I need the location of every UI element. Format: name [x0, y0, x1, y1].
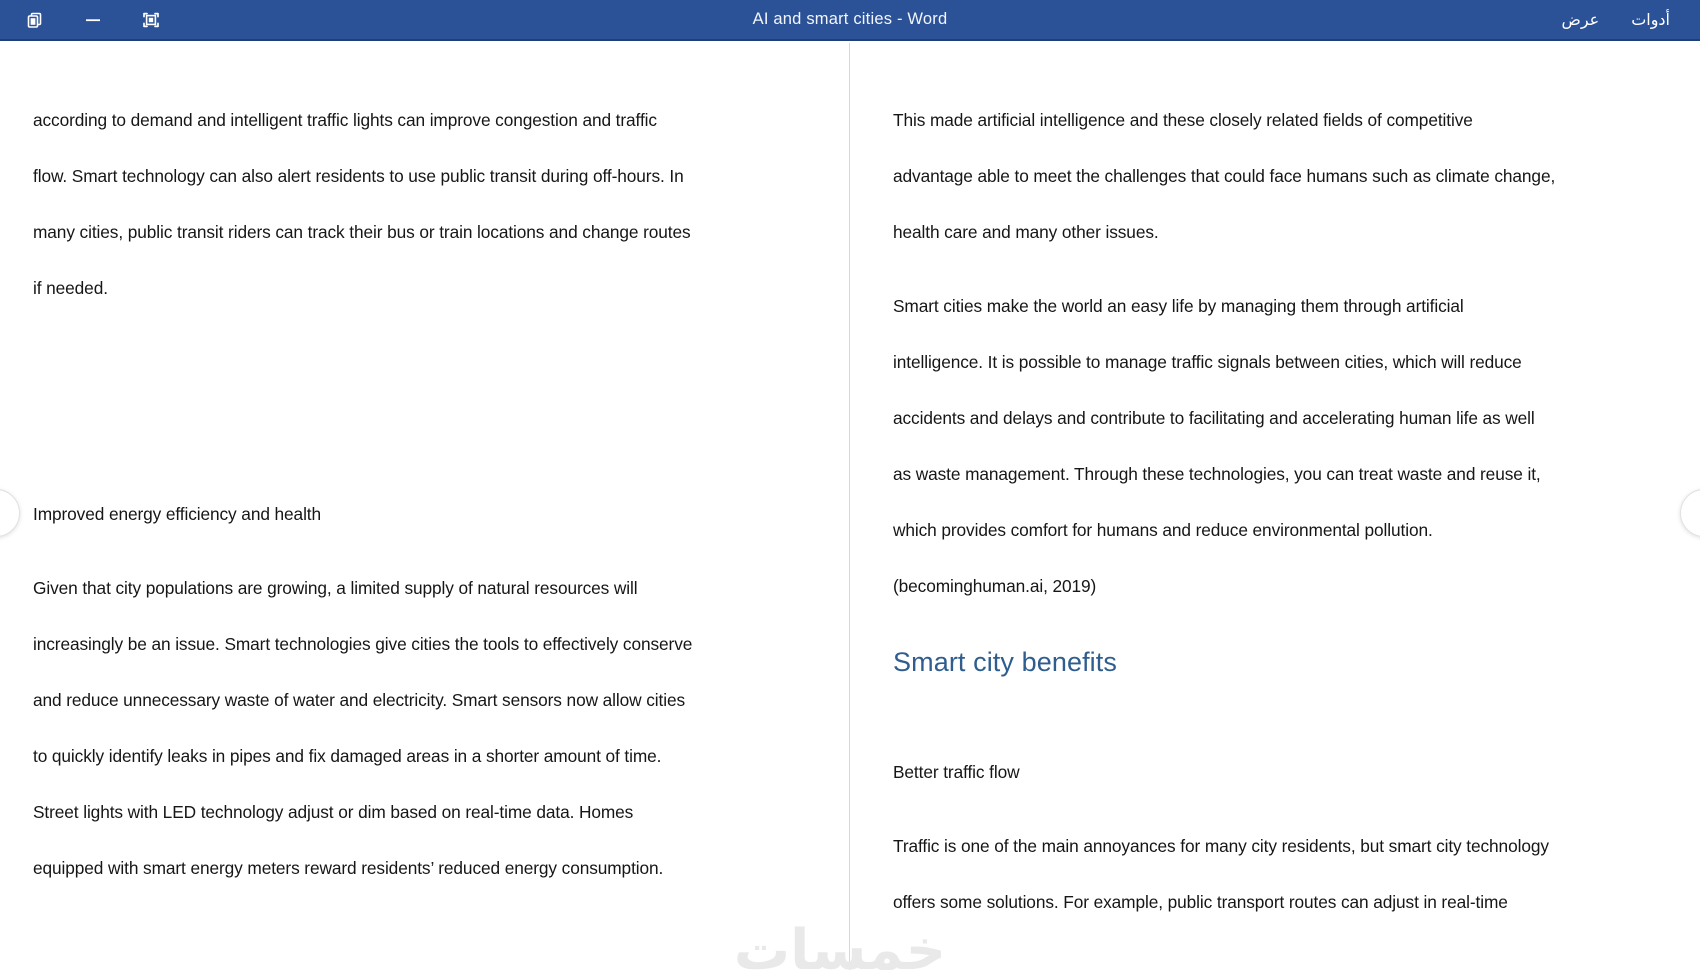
document-page-left[interactable]: according to demand and intelligent traf… [0, 43, 849, 970]
paragraph-line: if needed. [33, 278, 108, 298]
page-container: according to demand and intelligent traf… [0, 43, 1700, 970]
paragraph-line: intelligence. It is possible to manage t… [893, 352, 1522, 372]
paragraph-line: and reduce unnecessary waste of water an… [33, 690, 686, 710]
paragraph-line: Traffic is one of the main annoyances fo… [893, 836, 1549, 856]
paragraph-line: many cities, public transit riders can t… [33, 222, 691, 242]
paragraph-line: advantage able to meet the challenges th… [893, 166, 1556, 186]
paragraph-line: This made artificial intelligence and th… [893, 110, 1473, 130]
titlebar-menu-group: أدوات عرض [1545, 0, 1700, 40]
fullscreen-window-button[interactable] [122, 0, 180, 40]
paragraph-line: which provides comfort for humans and re… [893, 520, 1433, 540]
paragraph-line: Given that city populations are growing,… [33, 578, 638, 598]
minimize-window-button[interactable] [64, 0, 122, 40]
fullscreen-icon [140, 10, 162, 30]
window-controls-group [0, 0, 180, 40]
paragraph-line: increasingly be an issue. Smart technolo… [33, 634, 693, 654]
view-menu[interactable]: عرض [1545, 4, 1615, 36]
paragraph-line: offers some solutions. For example, publ… [893, 892, 1508, 912]
paragraph-line: flow. Smart technology can also alert re… [33, 166, 684, 186]
paragraph-line: as waste management. Through these techn… [893, 464, 1541, 484]
minimize-icon [82, 10, 104, 30]
tools-menu[interactable]: أدوات [1615, 4, 1686, 36]
document-page-right[interactable]: This made artificial intelligence and th… [849, 43, 1700, 970]
paragraph-line: to quickly identify leaks in pipes and f… [33, 746, 662, 766]
restore-window-button[interactable] [6, 0, 64, 40]
paragraph-line: accidents and delays and contribute to f… [893, 408, 1535, 428]
paragraph-line: according to demand and intelligent traf… [33, 110, 657, 130]
document-canvas[interactable]: according to demand and intelligent traf… [0, 43, 1700, 970]
window-title: AI and smart cities - Word [752, 10, 948, 28]
paragraph-line: equipped with smart energy meters reward… [33, 858, 664, 878]
paragraph-line: Street lights with LED technology adjust… [33, 802, 634, 822]
paragraph-line: Smart cities make the world an easy life… [893, 296, 1464, 316]
section-subheading: Improved energy efficiency and health [33, 504, 322, 524]
restore-icon [25, 10, 45, 30]
citation-text: (becominghuman.ai, 2019) [893, 576, 1097, 596]
window-title-bar: AI and smart cities - Word أدوات عرض [0, 0, 1700, 41]
paragraph-line: health care and many other issues. [893, 222, 1159, 242]
section-subheading: Better traffic flow [893, 762, 1020, 782]
section-heading: Smart city benefits [893, 647, 1117, 677]
